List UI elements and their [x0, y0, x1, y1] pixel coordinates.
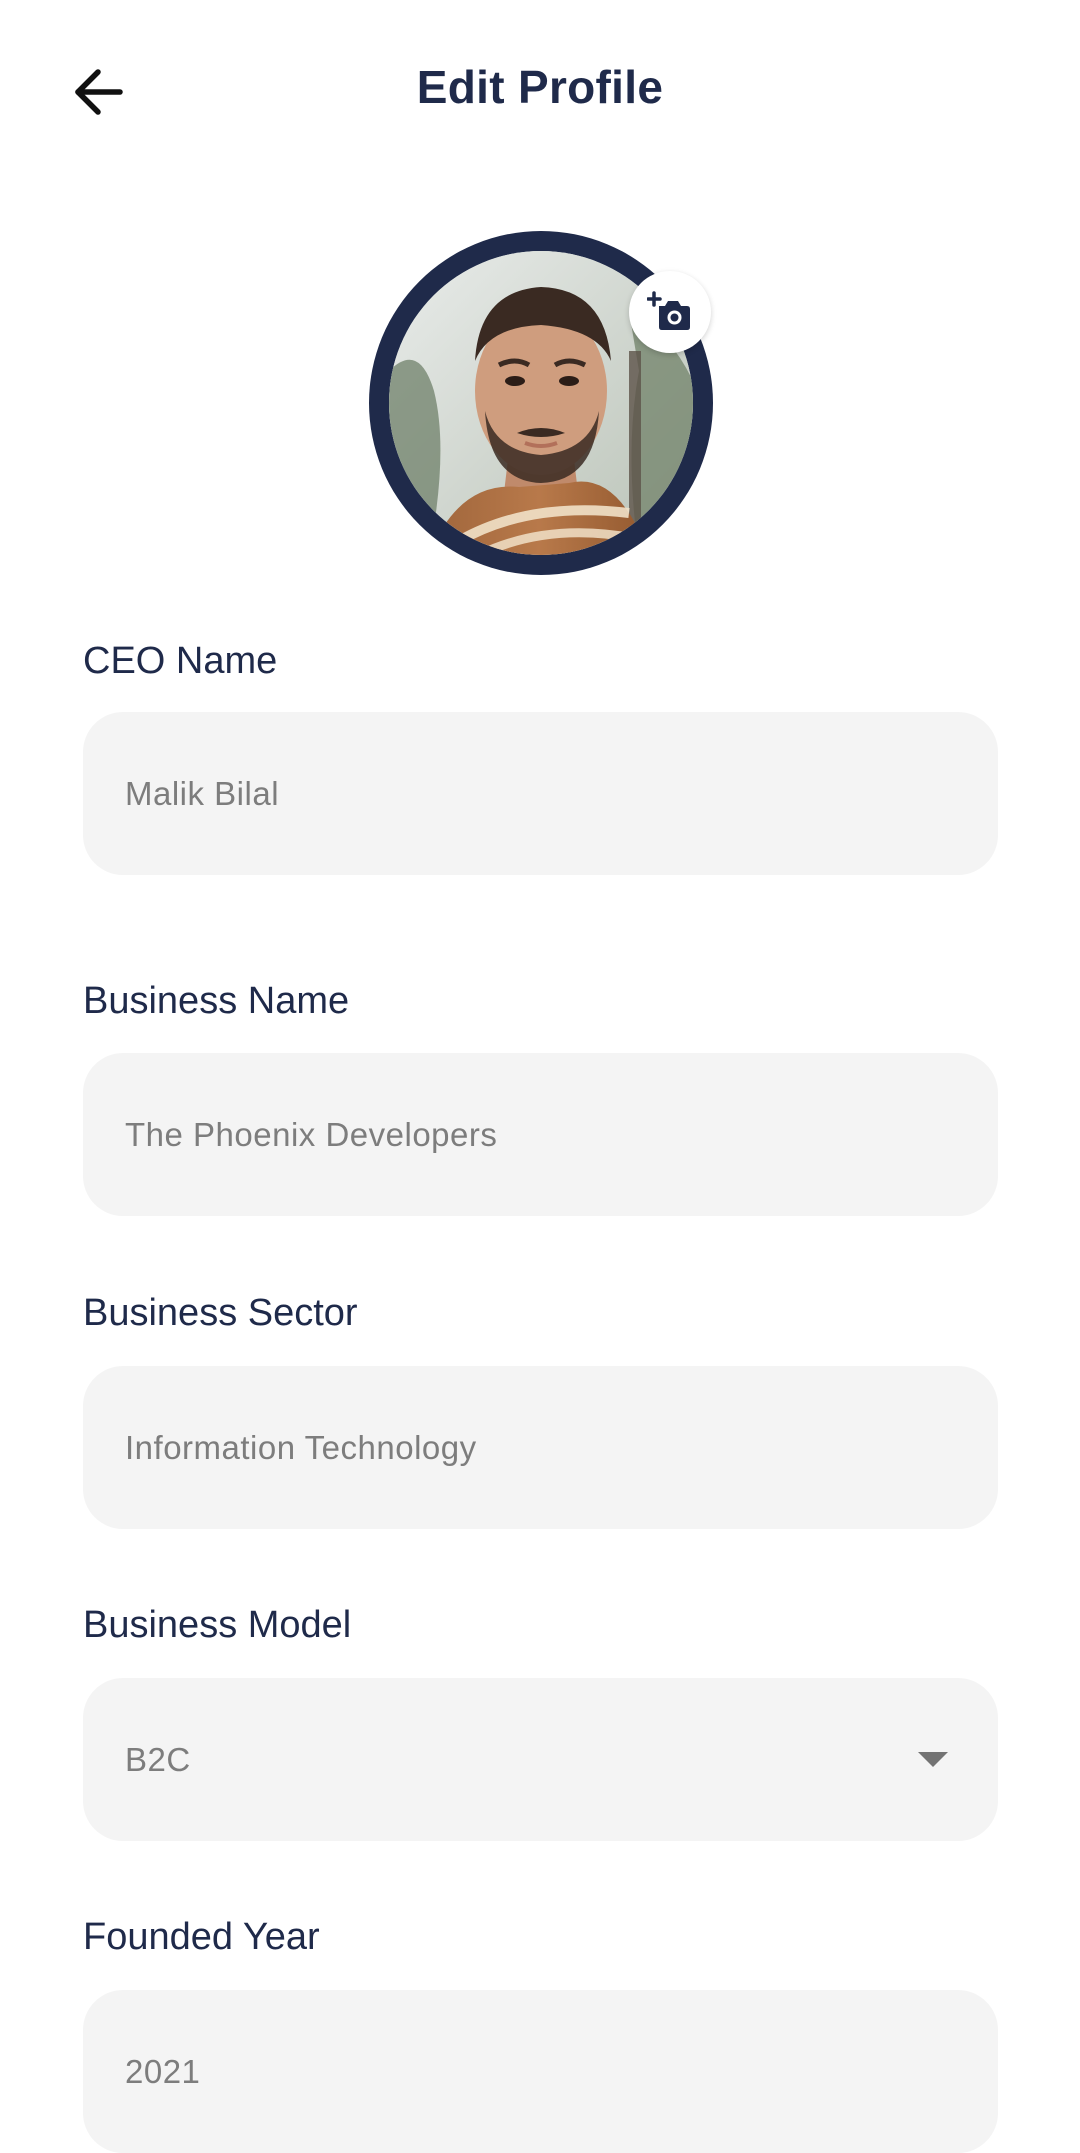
business-sector-label: Business Sector [83, 1292, 358, 1334]
profile-avatar [369, 231, 713, 575]
caret-down-icon [918, 1752, 948, 1767]
business-model-dropdown[interactable]: B2C [83, 1678, 998, 1841]
business-name-label: Business Name [83, 980, 350, 1022]
ceo-name-value: Malik Bilal [125, 774, 280, 812]
change-photo-button[interactable] [629, 271, 711, 353]
app-header: Edit Profile [0, 0, 1080, 180]
business-sector-field[interactable]: Information Technology [83, 1366, 998, 1529]
business-sector-value: Information Technology [125, 1428, 477, 1466]
founded-year-label: Founded Year [83, 1916, 320, 1958]
page-title: Edit Profile [416, 61, 664, 113]
add-photo-camera-icon [647, 291, 690, 330]
business-model-label: Business Model [83, 1604, 352, 1646]
business-name-value: The Phoenix Developers [125, 1115, 498, 1153]
founded-year-field[interactable]: 2021 [83, 1990, 998, 2153]
ceo-name-label: CEO Name [83, 640, 278, 682]
founded-year-value: 2021 [125, 2052, 201, 2090]
business-model-value: B2C [125, 1740, 191, 1778]
business-name-field[interactable]: The Phoenix Developers [83, 1053, 998, 1216]
ceo-name-field[interactable]: Malik Bilal [83, 712, 998, 875]
